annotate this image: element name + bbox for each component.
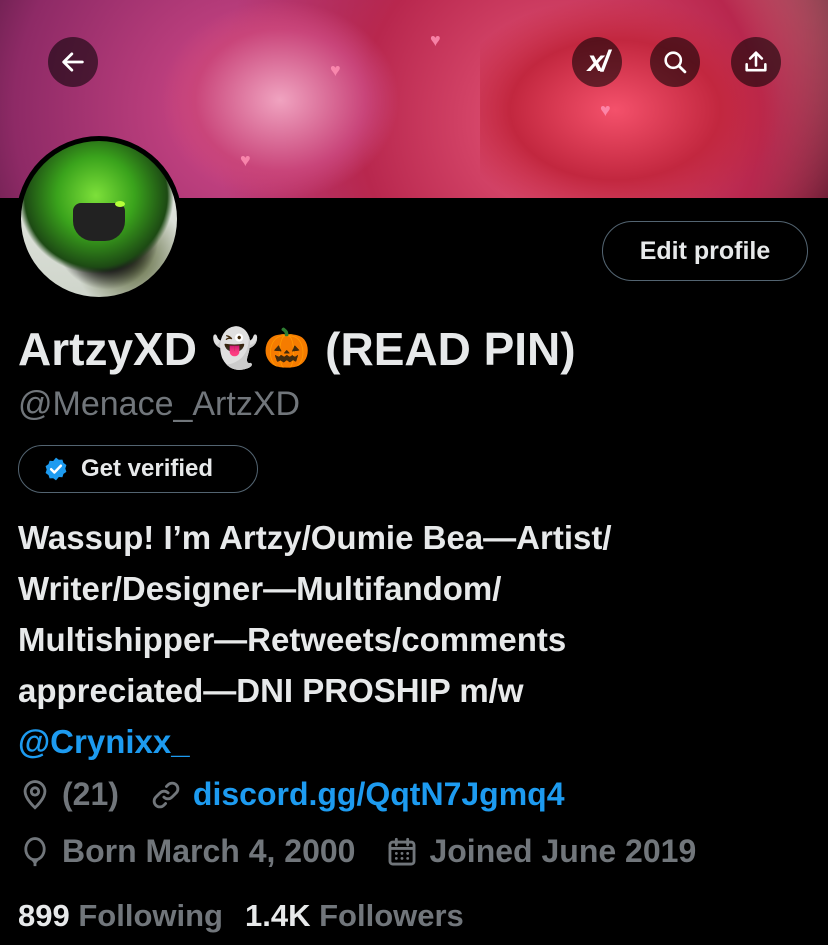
follow-stats: 899 Following 1.4K Followers	[18, 898, 464, 934]
joined-text: Joined June 2019	[429, 833, 697, 869]
location-text: (21)	[62, 776, 119, 812]
birthday-text: Born March 4, 2000	[62, 833, 356, 869]
followers-label: Followers	[319, 898, 464, 933]
share-button[interactable]	[731, 37, 781, 87]
bio-mention-link[interactable]: @Crynixx_	[18, 716, 818, 767]
arrow-left-icon	[62, 52, 84, 72]
search-icon	[664, 51, 687, 74]
search-button[interactable]	[650, 37, 700, 87]
location-pin-icon	[23, 779, 47, 810]
website-link[interactable]: discord.gg/QqtN7Jgmq4	[193, 776, 565, 813]
location-item: (21)	[18, 776, 119, 813]
display-name-text: ArtzyXD	[18, 323, 197, 375]
verified-badge-icon	[45, 457, 67, 481]
bio-line: appreciated—DNI PROSHIP m/w	[18, 672, 524, 709]
banner-heart-icon: ♥	[600, 100, 611, 120]
display-name: ArtzyXD 👻 🎃 (READ PIN)	[18, 322, 576, 376]
bio-line: Multishipper—Retweets/comments	[18, 621, 567, 658]
banner-heart-icon: ♥	[330, 60, 341, 80]
share-upload-icon	[745, 51, 767, 72]
avatar-image	[21, 141, 177, 297]
profile-avatar[interactable]	[16, 136, 182, 302]
banner-heart-icon: ♥	[240, 150, 251, 170]
xai-grok-icon: x/	[587, 45, 609, 78]
get-verified-label: Get verified	[81, 455, 214, 482]
profile-bio: Wassup! I’m Artzy/Oumie Bea—Artist/ Writ…	[18, 512, 818, 767]
link-icon	[152, 781, 180, 808]
back-button[interactable]	[48, 37, 98, 87]
following-count: 899	[18, 898, 70, 933]
banner-art-left-figure	[160, 0, 400, 198]
bio-line: Writer/Designer—Multifandom/	[18, 570, 502, 607]
profile-meta-row: Born March 4, 2000 Joined June 2019	[18, 833, 696, 870]
username-handle: @Menace_ArtzXD	[18, 385, 301, 423]
followers-link[interactable]: 1.4K Followers	[245, 898, 464, 934]
avatar-eye-detail	[115, 201, 125, 207]
grok-button[interactable]: x/	[572, 37, 622, 87]
joined-item: Joined June 2019	[385, 833, 696, 870]
followers-count: 1.4K	[245, 898, 311, 933]
get-verified-button[interactable]: Get verified	[18, 445, 258, 493]
birthday-item: Born March 4, 2000	[18, 833, 355, 870]
following-link[interactable]: 899 Following	[18, 898, 223, 934]
avatar-mask-detail	[73, 203, 125, 241]
profile-meta-row: (21) discord.gg/QqtN7Jgmq4	[18, 776, 565, 813]
calendar-icon	[388, 837, 416, 865]
display-name-suffix: (READ PIN)	[325, 323, 576, 375]
edit-profile-button[interactable]: Edit profile	[602, 221, 808, 281]
website-item[interactable]: discord.gg/QqtN7Jgmq4	[149, 776, 565, 813]
ghost-emoji: 👻	[211, 328, 260, 370]
banner-heart-icon: ♥	[430, 30, 441, 50]
banner-art-right-figure	[480, 0, 780, 198]
pumpkin-emoji: 🎃	[263, 328, 311, 370]
bio-line: Wassup! I’m Artzy/Oumie Bea—Artist/	[18, 519, 612, 556]
balloon-icon	[24, 836, 46, 866]
following-label: Following	[78, 898, 223, 933]
